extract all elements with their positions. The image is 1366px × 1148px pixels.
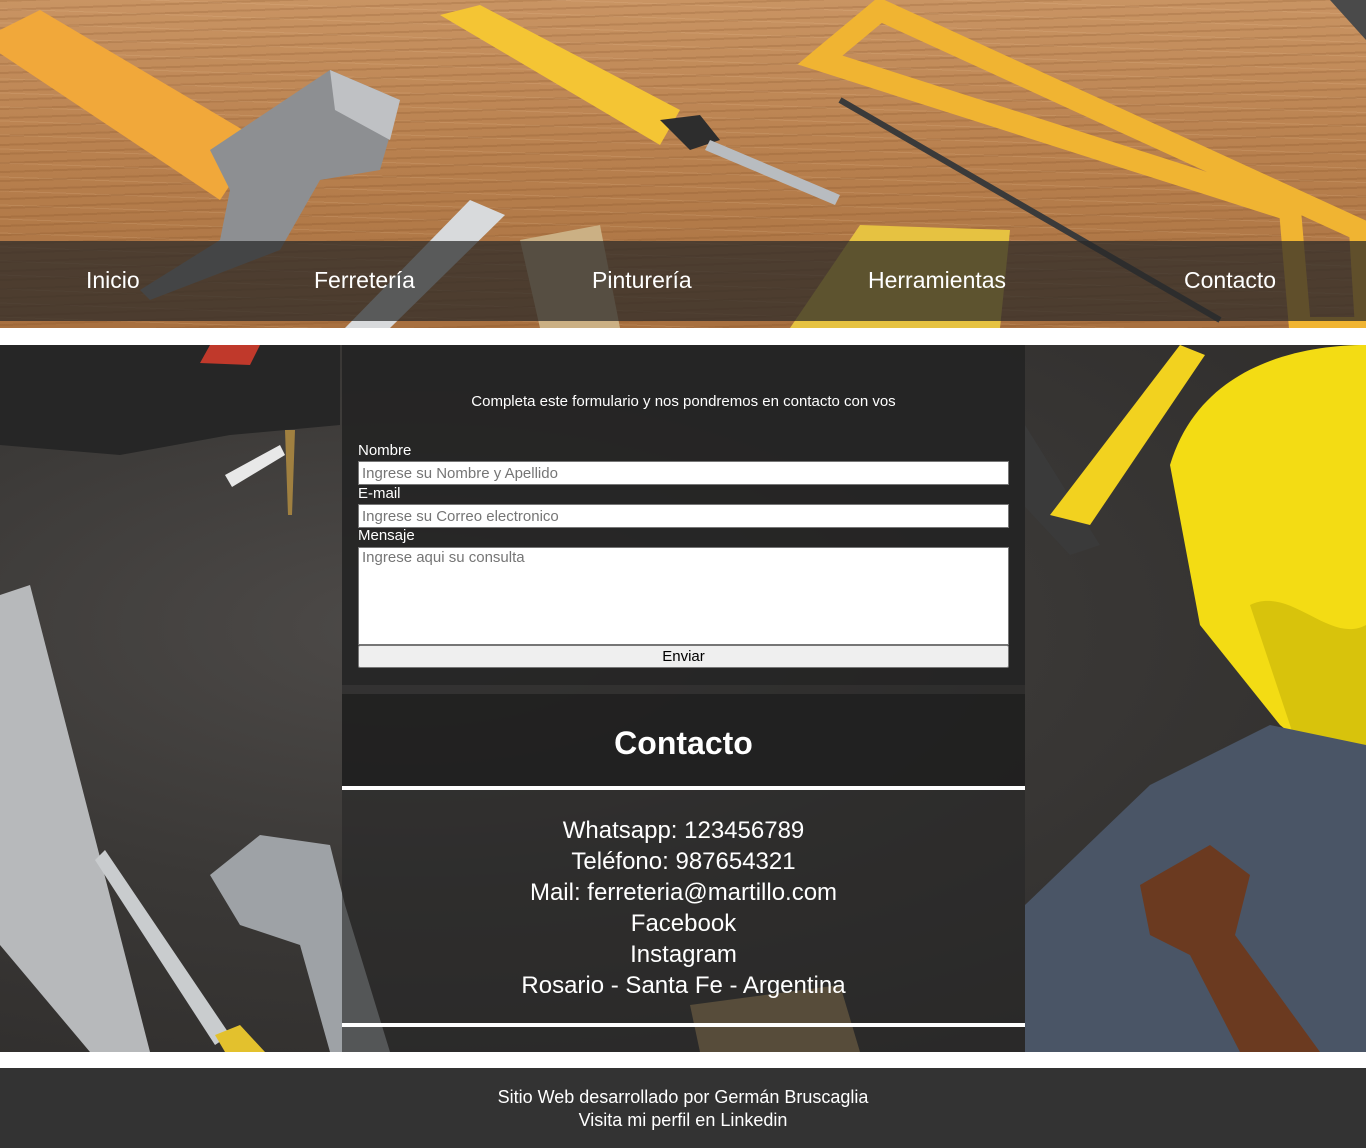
content-column: Completa este formulario y nos pondremos… bbox=[342, 345, 1025, 1052]
divider-top bbox=[342, 786, 1025, 790]
footer-linkedin-link[interactable]: Visita mi perfil en Linkedin bbox=[0, 1108, 1366, 1131]
contact-info-list: Whatsapp: 123456789 Teléfono: 987654321 … bbox=[342, 815, 1025, 1001]
ruler-shape bbox=[0, 585, 150, 1052]
contact-mail: Mail: ferreteria@martillo.com bbox=[529, 879, 838, 906]
drill-red-accent bbox=[200, 345, 260, 365]
footer: Sitio Web desarrollado por Germán Brusca… bbox=[0, 1068, 1366, 1148]
screwdriver-shaft-shape bbox=[705, 140, 840, 205]
corner-tool-shape bbox=[1330, 0, 1366, 40]
form-intro-text: Completa este formulario y nos pondremos… bbox=[471, 393, 896, 410]
email-label: E-mail bbox=[358, 485, 401, 502]
name-input[interactable] bbox=[358, 461, 1009, 485]
nav-item-pintureria[interactable]: Pinturería bbox=[592, 267, 692, 294]
main-nav: Inicio Ferretería Pinturería Herramienta… bbox=[0, 241, 1366, 321]
contact-facebook-link[interactable]: Facebook bbox=[342, 908, 1025, 939]
header-banner: Inicio Ferretería Pinturería Herramienta… bbox=[0, 0, 1366, 328]
message-textarea[interactable] bbox=[358, 547, 1009, 645]
email-input[interactable] bbox=[358, 504, 1009, 528]
wall-plug-shape bbox=[225, 445, 285, 487]
contact-phone: Teléfono: 987654321 bbox=[571, 848, 796, 875]
contact-instagram-link[interactable]: Instagram bbox=[342, 939, 1025, 970]
message-label: Mensaje bbox=[358, 527, 415, 544]
nav-item-inicio[interactable]: Inicio bbox=[86, 267, 140, 294]
screwdriver-handle-shape bbox=[440, 5, 680, 145]
main-section: Completa este formulario y nos pondremos… bbox=[0, 345, 1366, 1052]
contact-title: Contacto bbox=[614, 725, 753, 761]
name-label: Nombre bbox=[358, 442, 412, 459]
nav-item-ferreteria[interactable]: Ferretería bbox=[314, 267, 415, 294]
divider-bottom bbox=[342, 1023, 1025, 1027]
contact-whatsapp: Whatsapp: 123456789 bbox=[562, 817, 805, 844]
screw-shape bbox=[285, 430, 295, 515]
contact-location: Rosario - Santa Fe - Argentina bbox=[521, 972, 846, 999]
contact-form: Completa este formulario y nos pondremos… bbox=[342, 345, 1025, 685]
nav-item-contacto[interactable]: Contacto bbox=[1184, 267, 1276, 294]
nav-item-herramientas[interactable]: Herramientas bbox=[868, 267, 1006, 294]
footer-credit: Sitio Web desarrollado por Germán Brusca… bbox=[497, 1087, 869, 1107]
submit-button[interactable]: Enviar bbox=[358, 645, 1009, 668]
contact-header: Contacto bbox=[342, 694, 1025, 786]
